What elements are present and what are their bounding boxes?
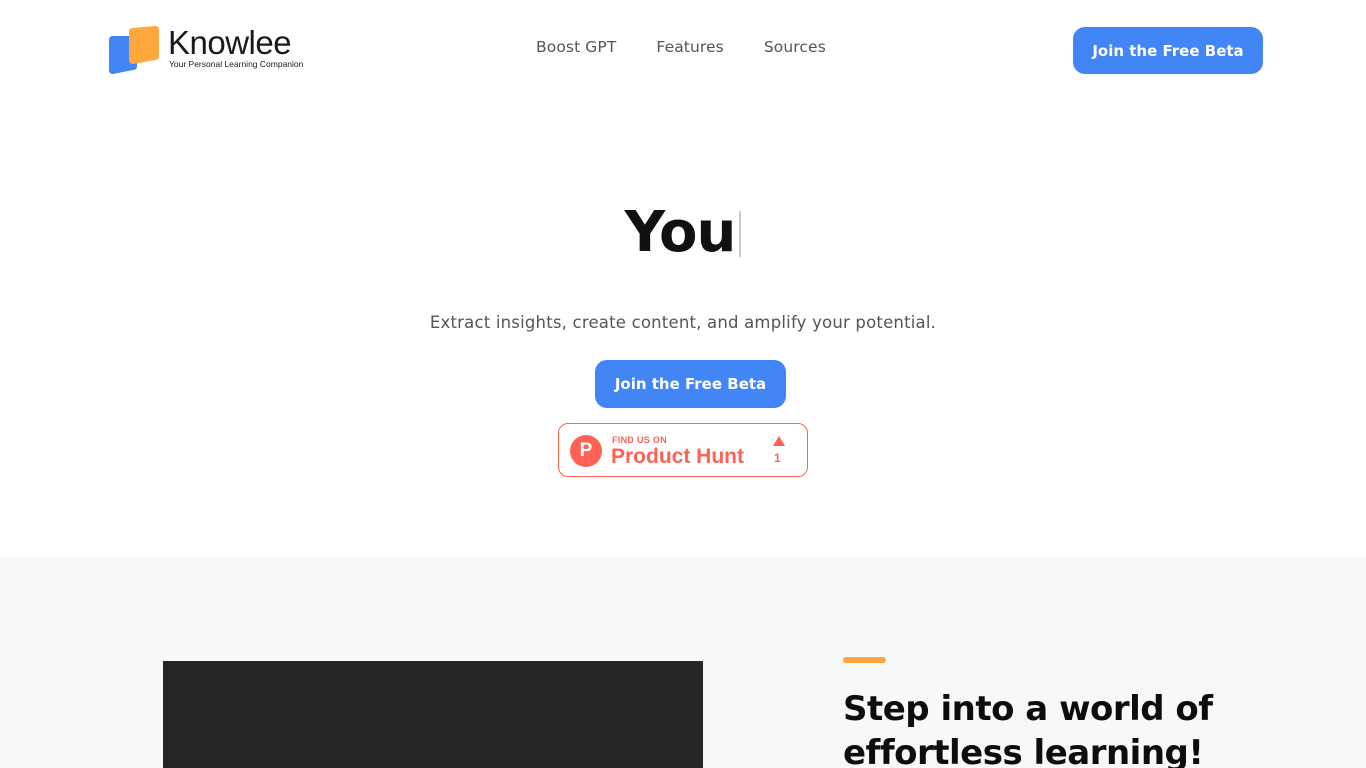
- hero-subtitle: Extract insights, create content, and am…: [429, 313, 937, 332]
- accent-bar: [843, 657, 886, 663]
- product-hunt-upvote-count: 1: [774, 451, 781, 465]
- knowlee-logo-icon: [109, 26, 159, 74]
- logo-tagline: Your Personal Learning Companion: [169, 59, 304, 69]
- feature-heading: Step into a world of effortless learning…: [843, 689, 1213, 768]
- nav-item-sources[interactable]: Sources: [764, 38, 826, 56]
- upvote-arrow-icon: [773, 436, 785, 446]
- join-beta-hero-button[interactable]: Join the Free Beta: [595, 360, 786, 408]
- typing-cursor: [739, 211, 742, 257]
- video-player[interactable]: [163, 661, 703, 768]
- feature-section: Step into a world of effortless learning…: [0, 557, 1366, 768]
- nav-item-features[interactable]: Features: [656, 38, 723, 56]
- product-hunt-find-us: FIND US ON: [612, 435, 668, 445]
- site-header: Knowlee Your Personal Learning Companion…: [0, 0, 1366, 100]
- hero-title: You: [0, 200, 1366, 265]
- nav-item-boost-gpt[interactable]: Boost GPT: [536, 38, 616, 56]
- main-nav: Boost GPT Features Sources: [536, 38, 826, 56]
- product-hunt-name: Product Hunt: [611, 445, 744, 468]
- logo-link[interactable]: Knowlee Your Personal Learning Companion: [107, 24, 307, 76]
- product-hunt-badge[interactable]: P FIND US ON Product Hunt 1: [558, 423, 808, 477]
- video-thumbnail-text: [393, 757, 633, 768]
- product-hunt-icon: P: [570, 435, 602, 467]
- hero-typed-text: You: [624, 200, 737, 265]
- join-beta-header-button[interactable]: Join the Free Beta: [1073, 27, 1263, 74]
- logo-name: Knowlee: [168, 24, 292, 61]
